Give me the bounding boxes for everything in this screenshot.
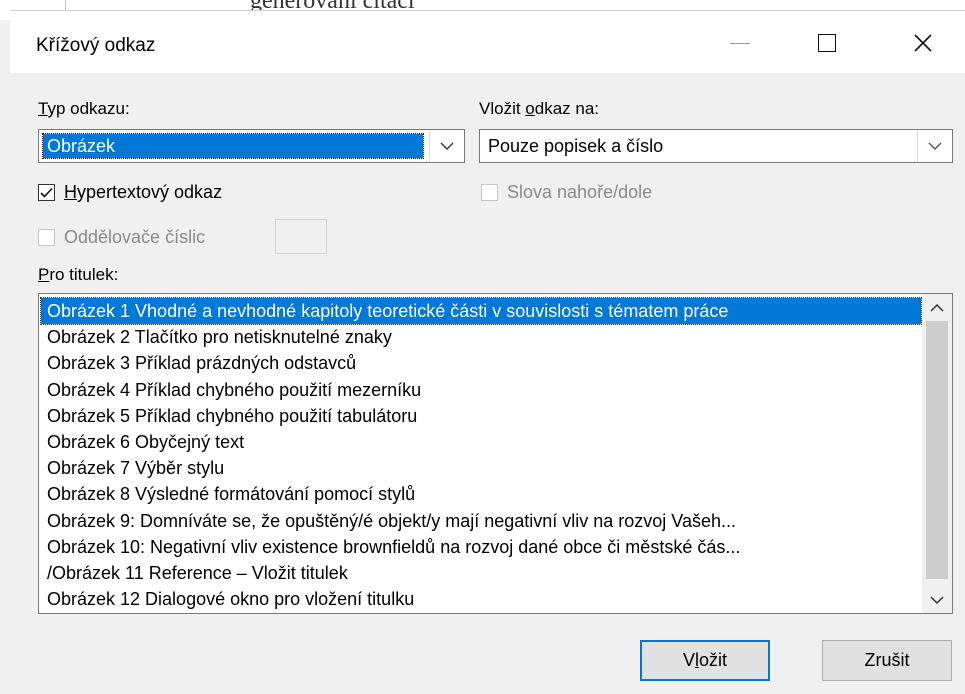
maximize-button[interactable] bbox=[801, 21, 853, 65]
caption-list-item[interactable]: Obrázek 6 Obyčejný text bbox=[41, 429, 921, 455]
caption-list-item[interactable]: Obrázek 12 Dialogové okno pro vložení ti… bbox=[41, 586, 921, 612]
number-separators-checkbox-row: Oddělovače číslic bbox=[38, 227, 205, 248]
for-caption-label: Pro titulek: bbox=[38, 265, 119, 284]
minimize-icon bbox=[730, 42, 750, 44]
close-button[interactable] bbox=[897, 21, 949, 65]
chevron-down-icon bbox=[930, 595, 944, 604]
scroll-thumb[interactable] bbox=[926, 321, 948, 579]
insert-reference-to-select[interactable]: Pouze popisek a číslo bbox=[479, 129, 953, 163]
hyperlink-checkbox[interactable] bbox=[38, 184, 55, 201]
scroll-down-button[interactable] bbox=[922, 587, 952, 613]
caption-list-item[interactable]: Obrázek 8 Výsledné formátování pomocí st… bbox=[41, 481, 921, 507]
number-separators-checkbox bbox=[38, 229, 55, 246]
close-icon bbox=[914, 34, 932, 52]
insert-reference-to-dropdown-button[interactable] bbox=[917, 130, 952, 162]
above-below-checkbox bbox=[481, 184, 498, 201]
reference-type-select[interactable]: Obrázek bbox=[38, 129, 465, 163]
caption-list-item[interactable]: Obrázek 4 Příklad chybného použití mezer… bbox=[41, 377, 921, 403]
caption-list-item[interactable]: Obrázek 3 Příklad prázdných odstavců bbox=[41, 350, 921, 376]
insert-button[interactable]: Vl ožit bbox=[640, 640, 770, 681]
caption-list-item[interactable]: /Obrázek 11 Reference – Vložit titulek bbox=[41, 560, 921, 586]
above-below-checkbox-row: Slova nahoře/dole bbox=[481, 182, 652, 203]
hyperlink-checkbox-label: Hypertextový odkaz bbox=[64, 182, 223, 202]
chevron-down-icon bbox=[440, 142, 454, 150]
above-below-checkbox-label: Slova nahoře/dole bbox=[507, 182, 653, 202]
title-bar: Křížový odkaz bbox=[10, 11, 965, 73]
caption-list-item[interactable]: Obrázek 1 Vhodné a nevhodné kapitoly teo… bbox=[40, 296, 922, 326]
checkmark-icon bbox=[40, 187, 53, 198]
chevron-up-icon bbox=[930, 303, 944, 312]
reference-type-dropdown-button[interactable] bbox=[429, 130, 464, 162]
chevron-down-icon bbox=[928, 142, 942, 150]
maximize-icon bbox=[818, 34, 836, 52]
cancel-button[interactable]: Zrušit bbox=[822, 640, 952, 681]
number-separators-label: Oddělovače číslic bbox=[64, 227, 206, 247]
listbox-scrollbar[interactable] bbox=[922, 294, 952, 613]
caption-list-item[interactable]: Obrázek 10: Negativní vliv existence bro… bbox=[41, 534, 921, 560]
caption-list: Obrázek 1 Vhodné a nevhodné kapitoly teo… bbox=[40, 296, 922, 612]
scroll-up-button[interactable] bbox=[922, 294, 952, 320]
cross-reference-dialog: Křížový odkaz Typ odkazu: Obrázek Vložit… bbox=[10, 10, 965, 694]
reference-type-value: Obrázek bbox=[42, 133, 424, 159]
dialog-title: Křížový odkaz bbox=[36, 35, 156, 56]
caption-list-item[interactable]: Obrázek 5 Příklad chybného použití tabul… bbox=[41, 403, 921, 429]
caption-list-item[interactable]: Obrázek 7 Výběr stylu bbox=[41, 455, 921, 481]
minimize-button[interactable] bbox=[714, 21, 766, 65]
number-separator-input bbox=[275, 219, 327, 254]
caption-list-item[interactable]: Obrázek 9: Domníváte se, že opuštěný/é o… bbox=[41, 508, 921, 534]
reference-type-label: Typ odkazu: bbox=[38, 99, 130, 118]
caption-listbox[interactable]: Obrázek 1 Vhodné a nevhodné kapitoly teo… bbox=[38, 293, 953, 614]
caption-list-item[interactable]: Obrázek 2 Tlačítko pro netisknutelné zna… bbox=[41, 324, 921, 350]
hyperlink-checkbox-row[interactable]: Hypertextový odkaz bbox=[38, 182, 222, 203]
insert-reference-to-value: Pouze popisek a číslo bbox=[488, 136, 664, 156]
insert-reference-to-label: Vložit odkaz na: bbox=[479, 99, 600, 118]
